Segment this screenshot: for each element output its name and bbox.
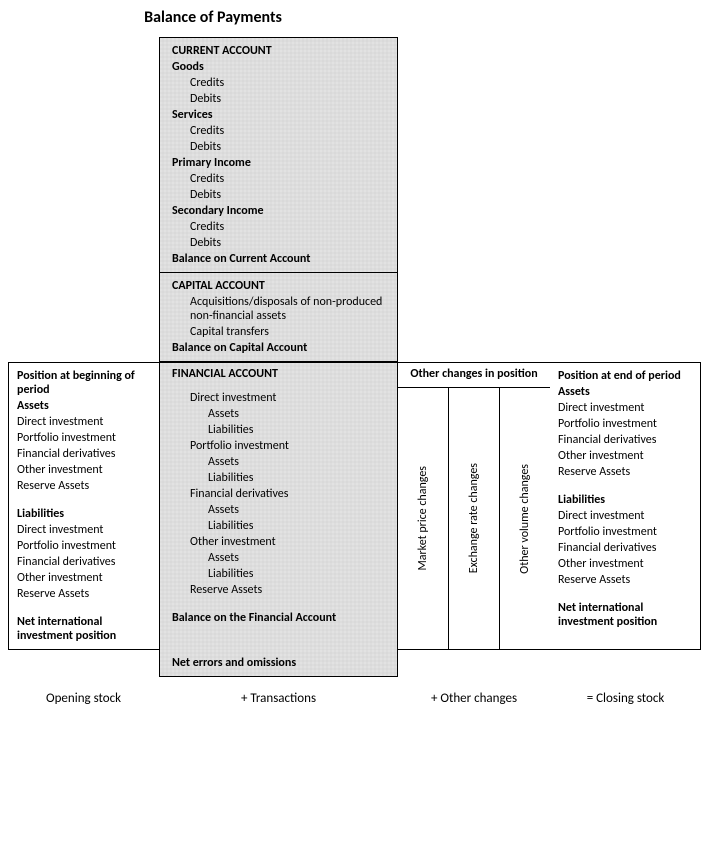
current-balance: Balance on Current Account xyxy=(172,252,391,266)
start-liabilities-head: Liabilities xyxy=(17,507,153,521)
start-liab-portfolio: Portfolio investment xyxy=(17,539,153,553)
start-asset-direct: Direct investment xyxy=(17,415,153,429)
position-end-head: Position at end of period xyxy=(558,369,694,383)
end-asset-direct: Direct investment xyxy=(558,401,694,415)
fa-other-liabilities: Liabilities xyxy=(172,567,391,581)
footer-equation: Opening stock + Transactions + Other cha… xyxy=(8,691,707,706)
net-errors-box: Net errors and omissions xyxy=(159,650,398,677)
financial-account-box: FINANCIAL ACCOUNT Direct investment Asse… xyxy=(159,362,398,650)
fa-reserve: Reserve Assets xyxy=(172,583,391,597)
start-assets-head: Assets xyxy=(17,399,153,413)
financial-balance: Balance on the Financial Account xyxy=(172,611,391,625)
services-head: Services xyxy=(172,108,391,122)
fa-derivatives: Financial derivatives xyxy=(172,487,391,501)
end-liab-reserve: Reserve Assets xyxy=(558,573,694,587)
position-end-box: Position at end of period Assets Direct … xyxy=(550,362,701,650)
primary-credits: Credits xyxy=(172,172,391,186)
other-changes-box: Other changes in position Market price c… xyxy=(398,362,550,650)
fa-portfolio-liabilities: Liabilities xyxy=(172,471,391,485)
start-asset-reserve: Reserve Assets xyxy=(17,479,153,493)
other-volume: Other volume changes xyxy=(518,464,532,574)
start-liab-other: Other investment xyxy=(17,571,153,585)
fa-direct-liabilities: Liabilities xyxy=(172,423,391,437)
secondary-income-head: Secondary Income xyxy=(172,204,391,218)
start-liab-derivatives: Financial derivatives xyxy=(17,555,153,569)
current-account-head: CURRENT ACCOUNT xyxy=(172,44,391,58)
secondary-debits: Debits xyxy=(172,236,391,250)
footer-transactions: + Transactions xyxy=(159,691,398,706)
start-niip: Net international investment position xyxy=(17,615,153,643)
end-asset-derivatives: Financial derivatives xyxy=(558,433,694,447)
other-volume-col: Other volume changes xyxy=(499,388,550,649)
secondary-credits: Credits xyxy=(172,220,391,234)
end-liab-derivatives: Financial derivatives xyxy=(558,541,694,555)
fa-portfolio: Portfolio investment xyxy=(172,439,391,453)
main-row: Position at beginning of period Assets D… xyxy=(8,362,707,650)
capital-transfers: Capital transfers xyxy=(172,325,391,339)
start-asset-other: Other investment xyxy=(17,463,153,477)
fa-derivatives-assets: Assets xyxy=(172,503,391,517)
capital-balance: Balance on Capital Account xyxy=(172,341,391,355)
financial-account-head: FINANCIAL ACCOUNT xyxy=(172,367,391,381)
end-asset-portfolio: Portfolio investment xyxy=(558,417,694,431)
other-exchange-col: Exchange rate changes xyxy=(448,388,499,649)
other-market: Market price changes xyxy=(416,466,430,571)
fa-derivatives-liabilities: Liabilities xyxy=(172,519,391,533)
position-start-head: Position at beginning of period xyxy=(17,369,153,397)
end-assets-head: Assets xyxy=(558,385,694,399)
start-liab-reserve: Reserve Assets xyxy=(17,587,153,601)
fa-portfolio-assets: Assets xyxy=(172,455,391,469)
start-asset-derivatives: Financial derivatives xyxy=(17,447,153,461)
services-debits: Debits xyxy=(172,140,391,154)
net-errors: Net errors and omissions xyxy=(172,656,391,670)
fa-direct-assets: Assets xyxy=(172,407,391,421)
goods-credits: Credits xyxy=(172,76,391,90)
capital-account-head: CAPITAL ACCOUNT xyxy=(172,279,391,293)
end-liabilities-head: Liabilities xyxy=(558,493,694,507)
capital-acquisitions: Acquisitions/disposals of non-produced n… xyxy=(172,295,391,323)
services-credits: Credits xyxy=(172,124,391,138)
start-asset-portfolio: Portfolio investment xyxy=(17,431,153,445)
current-account-box: CURRENT ACCOUNT Goods Credits Debits Ser… xyxy=(159,37,398,273)
end-asset-reserve: Reserve Assets xyxy=(558,465,694,479)
start-liab-direct: Direct investment xyxy=(17,523,153,537)
end-liab-direct: Direct investment xyxy=(558,509,694,523)
fa-other-assets: Assets xyxy=(172,551,391,565)
capital-account-box: CAPITAL ACCOUNT Acquisitions/disposals o… xyxy=(159,273,398,362)
other-changes-head: Other changes in position xyxy=(398,363,550,388)
end-asset-other: Other investment xyxy=(558,449,694,463)
footer-opening: Opening stock xyxy=(8,691,159,706)
fa-direct: Direct investment xyxy=(172,391,391,405)
footer-other: + Other changes xyxy=(398,691,550,706)
fa-other: Other investment xyxy=(172,535,391,549)
end-niip: Net international investment position xyxy=(558,601,694,629)
other-exchange: Exchange rate changes xyxy=(467,463,481,573)
end-liab-portfolio: Portfolio investment xyxy=(558,525,694,539)
goods-debits: Debits xyxy=(172,92,391,106)
goods-head: Goods xyxy=(172,60,391,74)
footer-closing: = Closing stock xyxy=(550,691,701,706)
other-market-col: Market price changes xyxy=(398,388,448,649)
position-start-box: Position at beginning of period Assets D… xyxy=(8,362,159,650)
primary-debits: Debits xyxy=(172,188,391,202)
primary-income-head: Primary Income xyxy=(172,156,391,170)
page-title: Balance of Payments xyxy=(8,8,418,27)
end-liab-other: Other investment xyxy=(558,557,694,571)
